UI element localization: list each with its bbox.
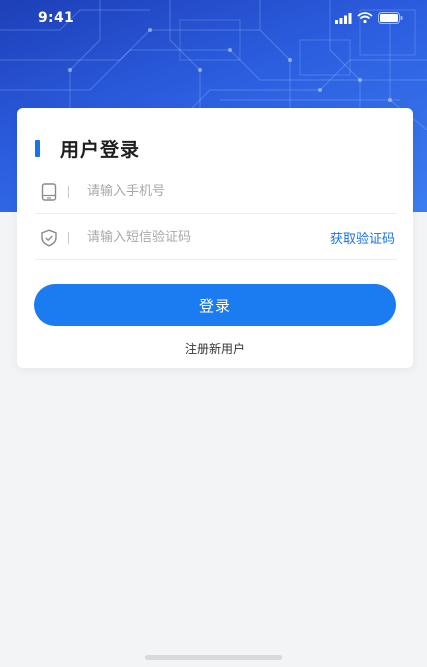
login-button[interactable]: 登录 bbox=[34, 284, 396, 326]
battery-icon bbox=[378, 12, 403, 24]
wifi-icon bbox=[357, 12, 373, 24]
card-title: 用户登录 bbox=[35, 136, 141, 161]
field-divider bbox=[68, 231, 69, 244]
login-card: 用户登录 获取验证码 登录 注册新用户 bbox=[17, 108, 413, 368]
register-link[interactable]: 注册新用户 bbox=[17, 340, 413, 357]
title-accent-bar bbox=[35, 139, 40, 157]
home-indicator bbox=[145, 655, 282, 660]
phone-input[interactable] bbox=[87, 184, 397, 199]
cellular-signal-icon bbox=[335, 12, 352, 24]
shield-check-icon bbox=[39, 228, 59, 248]
status-bar: 9:41 bbox=[0, 0, 427, 36]
page-title: 用户登录 bbox=[60, 138, 141, 161]
sms-code-input[interactable] bbox=[87, 230, 330, 245]
field-divider bbox=[68, 185, 69, 198]
get-code-button[interactable]: 获取验证码 bbox=[330, 228, 395, 247]
status-icons bbox=[335, 12, 403, 24]
phone-field-row bbox=[35, 170, 397, 214]
code-field-row: 获取验证码 bbox=[35, 216, 397, 260]
phone-icon bbox=[39, 182, 59, 202]
status-time: 9:41 bbox=[38, 10, 75, 26]
